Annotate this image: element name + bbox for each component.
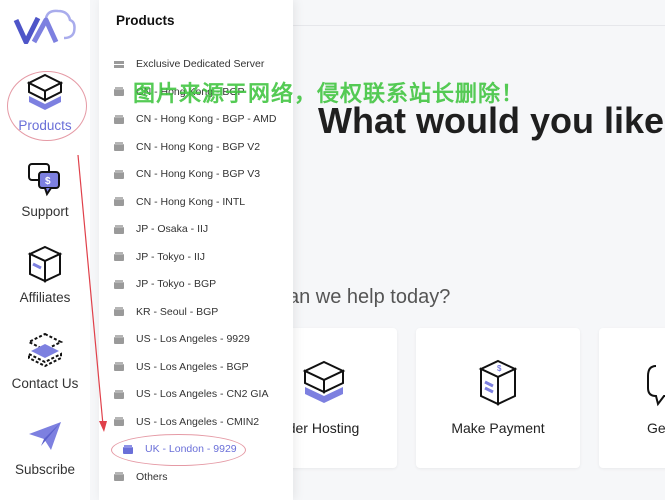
- dropdown-item-label: JP - Tokyo - BGP: [136, 278, 217, 290]
- dropdown-item-label: US - Los Angeles - CN2 GIA: [136, 388, 269, 400]
- dropdown-item-label: CN - Hong Kong - BGP - AMD: [136, 113, 277, 125]
- dropdown-item[interactable]: JP - Osaka - IIJ: [114, 219, 208, 239]
- dropdown-item[interactable]: US - Los Angeles - 9929: [114, 329, 250, 349]
- paper-plane-icon: [29, 422, 61, 450]
- dropdown-item-label: Others: [136, 470, 168, 483]
- products-dropdown: Products Exclusive Dedicated Server CN - …: [99, 0, 293, 500]
- box-icon: [114, 224, 124, 234]
- server-rack-icon: [114, 60, 124, 69]
- box-icon: [114, 307, 124, 316]
- dropdown-item[interactable]: KR - Seoul - BGP: [114, 302, 218, 322]
- box-icon: [114, 252, 124, 261]
- dropdown-item[interactable]: CN - Hong Kong - BGP V3: [114, 164, 260, 184]
- logo: [13, 9, 76, 44]
- sidebar-item-subscribe[interactable]: Subscribe: [0, 416, 90, 477]
- dropdown-item[interactable]: JP - Tokyo - IIJ: [114, 247, 205, 267]
- sidebar-item-contact-us[interactable]: Contact Us: [0, 330, 90, 391]
- sidebar-item-label: Affiliates: [19, 290, 71, 305]
- sidebar-item-affiliates[interactable]: Affiliates: [0, 244, 90, 305]
- card-make-payment[interactable]: $ Make Payment: [416, 328, 580, 468]
- dropdown-item-label: JP - Tokyo - IIJ: [136, 250, 206, 263]
- dropdown-item-label: US - Los Angeles - BGP: [136, 360, 249, 373]
- box-icon: [114, 197, 124, 206]
- box-icon: [114, 472, 124, 481]
- sidebar-item-support[interactable]: $ Support: [0, 158, 90, 219]
- dropdown-item-label: KR - Seoul - BGP: [136, 305, 219, 318]
- dropdown-item-label: CN - Hong Kong - BGP V3: [136, 168, 261, 180]
- dropdown-item-label: Exclusive Dedicated Server: [136, 58, 265, 70]
- card-get[interactable]: Get: [599, 328, 665, 468]
- box-icon: [114, 362, 124, 371]
- dropdown-item[interactable]: US - Los Angeles - CMIN2: [114, 412, 259, 432]
- dropdown-title: Products: [116, 13, 175, 28]
- box-icon: [114, 114, 124, 124]
- chat-icon: $: [28, 163, 60, 197]
- sidebar-item-products[interactable]: Products: [0, 72, 90, 133]
- dropdown-item[interactable]: Others: [114, 467, 168, 487]
- dropdown-item[interactable]: CN - Hong Kong - BGP V2: [114, 137, 260, 157]
- layers-icon: [26, 332, 64, 368]
- sidebar-item-label: Subscribe: [14, 462, 76, 477]
- server-icon: [302, 360, 345, 403]
- sidebar-item-label: Products: [18, 118, 72, 133]
- package-icon: [27, 245, 63, 283]
- page: What would you like t an we help today? …: [0, 0, 665, 500]
- box-icon: [114, 334, 124, 344]
- watermark-text: 图片来源于网络，侵权联系站长删除！: [133, 81, 525, 106]
- dropdown-item-label: CN - Hong Kong - INTL: [136, 195, 246, 208]
- box-icon: [114, 279, 124, 289]
- dropdown-item[interactable]: Exclusive Dedicated Server: [114, 54, 264, 74]
- dollar-box-icon: $: [478, 359, 518, 406]
- sidebar: Products $ Support Affiliates Contact Us…: [0, 0, 90, 500]
- svg-text:$: $: [497, 364, 502, 373]
- box-icon: [114, 142, 124, 151]
- dropdown-item-label: JP - Osaka - IIJ: [136, 223, 209, 235]
- card-get-label: Get: [647, 420, 665, 436]
- dropdown-item[interactable]: JP - Tokyo - BGP: [114, 274, 216, 294]
- dropdown-item-label: CN - Hong Kong - BGP V2: [136, 140, 261, 153]
- box-icon: [114, 389, 124, 399]
- box-icon: [114, 169, 124, 179]
- card-make-payment-label: Make Payment: [451, 420, 545, 436]
- dropdown-item[interactable]: US - Los Angeles - CN2 GIA: [114, 384, 268, 404]
- highlight-ring-uk-london: [111, 434, 246, 466]
- dropdown-item[interactable]: US - Los Angeles - BGP: [114, 357, 249, 377]
- box-icon: [114, 87, 124, 96]
- box-icon: [26, 73, 64, 110]
- dropdown-item[interactable]: CN - Hong Kong - INTL: [114, 192, 245, 212]
- dropdown-item-label: US - Los Angeles - 9929: [136, 333, 250, 345]
- dropdown-item-label: US - Los Angeles - CMIN2: [136, 415, 260, 428]
- chat-bubble-icon: [647, 365, 665, 407]
- box-icon: [114, 417, 124, 426]
- help-prompt: an we help today?: [288, 286, 451, 308]
- dropdown-item[interactable]: CN - Hong Kong - BGP - AMD: [114, 109, 276, 129]
- sidebar-item-label: Support: [21, 204, 69, 219]
- header-divider: [290, 25, 665, 26]
- sidebar-item-label: Contact Us: [11, 376, 79, 391]
- svg-text:$: $: [45, 176, 51, 187]
